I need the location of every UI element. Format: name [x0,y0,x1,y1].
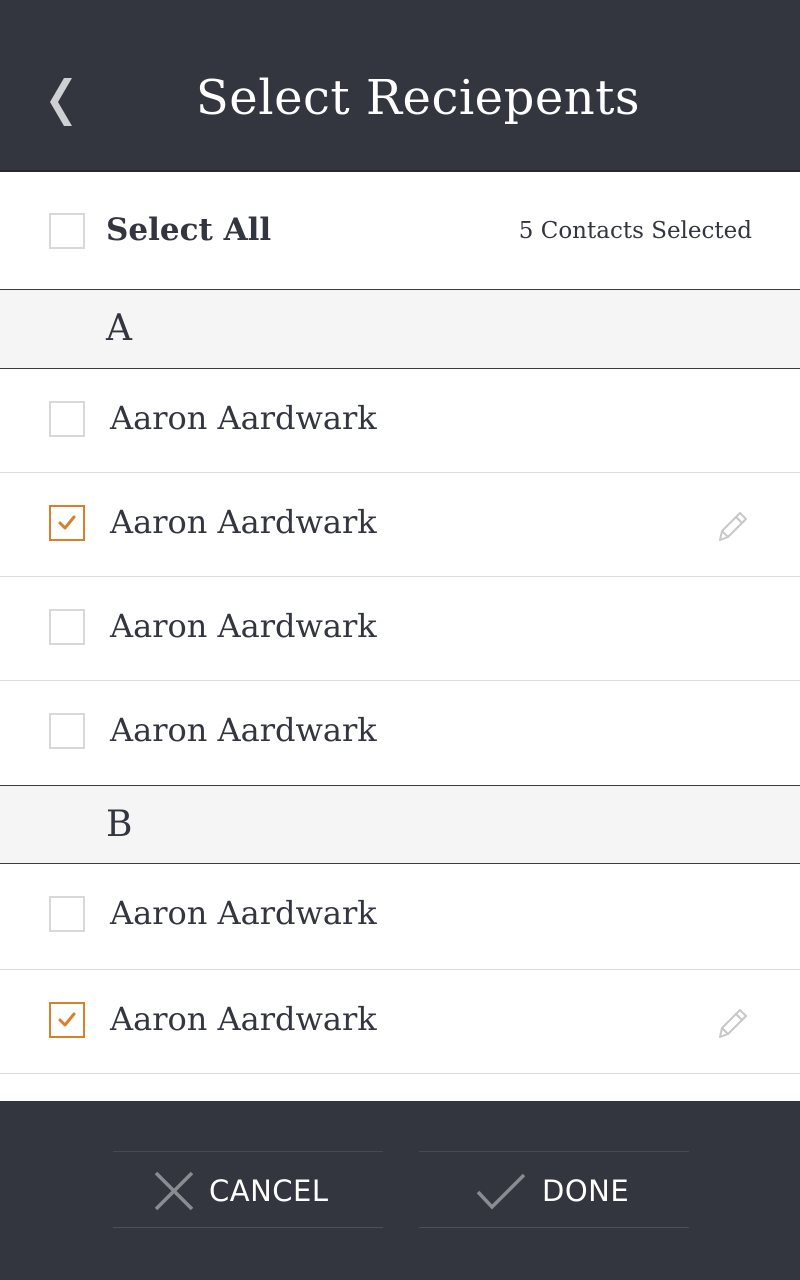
contact-name: Aaron Aardwark [110,503,377,541]
bottom-action-bar: CANCEL DONE [0,1101,800,1280]
contact-row[interactable]: Aaron Aardwark [0,473,800,577]
contact-checkbox[interactable] [49,713,85,749]
contact-row[interactable]: Aaron Aardwark [0,864,800,970]
done-label: DONE [542,1174,630,1208]
contact-name: Aaron Aardwark [110,894,377,932]
contact-checkbox[interactable] [49,609,85,645]
contact-checkbox[interactable] [49,896,85,932]
pencil-icon[interactable] [716,507,750,543]
top-bar: Select Reciepents [0,0,800,172]
section-header-b: B [0,785,800,864]
close-icon [153,1170,195,1216]
select-all-row: Select All 5 Contacts Selected [0,172,800,290]
cancel-label: CANCEL [209,1174,329,1208]
cancel-button[interactable]: CANCEL [113,1151,383,1228]
contact-row[interactable]: Aaron Aardwark [0,577,800,681]
contact-checkbox[interactable] [49,505,85,541]
contact-name: Aaron Aardwark [110,711,377,749]
done-button[interactable]: DONE [419,1151,689,1228]
page-title: Select Reciepents [195,70,641,126]
checkmark-icon [58,1012,76,1027]
contact-row[interactable]: Aaron Aardwark [0,369,800,473]
section-header-a: A [0,290,800,369]
select-all-checkbox[interactable] [49,213,85,249]
contact-name: Aaron Aardwark [110,1000,377,1038]
contact-name: Aaron Aardwark [110,399,377,437]
select-all-label: Select All [106,212,272,248]
pencil-icon[interactable] [716,1004,750,1040]
section-letter: B [106,804,133,845]
contact-checkbox[interactable] [49,401,85,437]
selected-count-text: 5 Contacts Selected [518,218,752,244]
checkmark-icon [58,515,76,530]
contact-row[interactable]: Aaron Aardwark [0,681,800,785]
contact-checkbox[interactable] [49,1002,85,1038]
contact-row[interactable]: Aaron Aardwark [0,970,800,1074]
contact-name: Aaron Aardwark [110,607,377,645]
section-letter: A [106,308,132,349]
checkmark-icon [475,1172,527,1216]
